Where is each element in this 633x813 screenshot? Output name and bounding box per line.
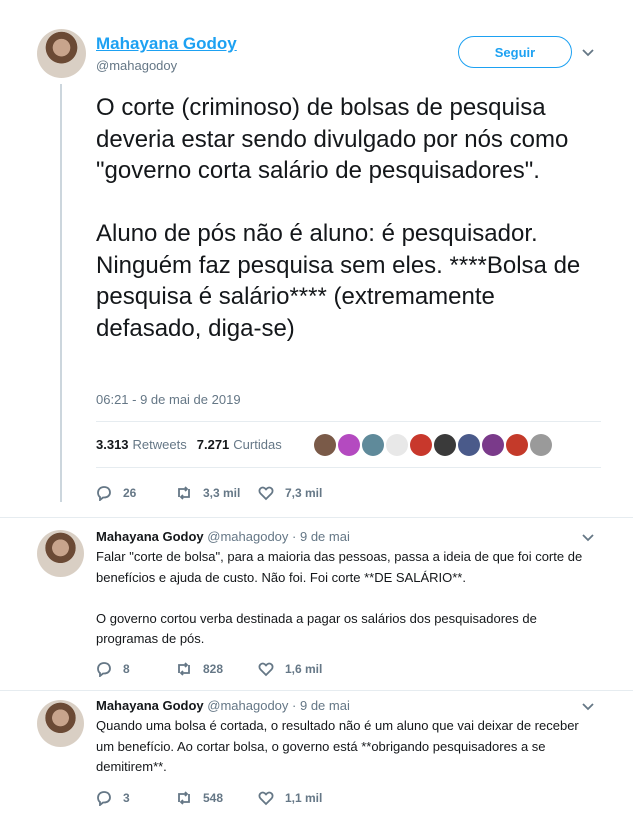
- liker-avatar[interactable]: [506, 434, 528, 456]
- tweet-text: O corte (criminoso) de bolsas de pesquis…: [96, 94, 581, 342]
- like-button[interactable]: 1,6 mil: [258, 661, 322, 677]
- retweet-count: 3,3 mil: [203, 486, 241, 500]
- author-avatar[interactable]: [37, 29, 86, 78]
- retweet-icon: [178, 791, 190, 805]
- engagement-stats: 3.313 Retweets 7.271 Curtidas: [96, 437, 282, 452]
- retweet-count: 828: [203, 662, 224, 676]
- reply-date[interactable]: · 9 de mai: [292, 698, 350, 713]
- reply-button[interactable]: 3: [96, 790, 176, 806]
- liker-avatar[interactable]: [410, 434, 432, 456]
- retweet-button[interactable]: 548: [176, 790, 258, 806]
- like-count: 1,1 mil: [285, 791, 323, 805]
- divider: [96, 467, 601, 468]
- reply-actions: 8 828 1,6 mil: [96, 661, 322, 677]
- divider: [0, 690, 633, 691]
- retweets-label[interactable]: Retweets: [133, 437, 187, 452]
- liker-avatar[interactable]: [530, 434, 552, 456]
- liker-avatar[interactable]: [338, 434, 360, 456]
- liker-avatar[interactable]: [458, 434, 480, 456]
- reply-header: Mahayana Godoy @mahagodoy · 9 de mai: [96, 529, 350, 544]
- divider: [96, 421, 601, 422]
- like-count: 1,6 mil: [285, 662, 323, 676]
- retweet-icon: [178, 486, 190, 500]
- author-handle: @mahagodoy: [96, 58, 178, 73]
- liker-avatar[interactable]: [362, 434, 384, 456]
- retweet-count: 548: [203, 791, 224, 805]
- reply-count: 8: [123, 662, 130, 676]
- heart-icon: [258, 486, 274, 501]
- reply-count: 26: [123, 486, 137, 500]
- retweet-icon: [178, 662, 190, 676]
- retweet-button[interactable]: 828: [176, 661, 258, 677]
- liker-avatar[interactable]: [386, 434, 408, 456]
- reply-icon: [97, 486, 111, 501]
- follow-button[interactable]: Seguir: [458, 36, 572, 68]
- likers-avatars[interactable]: [312, 434, 552, 456]
- heart-icon: [258, 662, 274, 677]
- reply-author-avatar[interactable]: [37, 530, 84, 577]
- chevron-down-icon[interactable]: [582, 532, 594, 544]
- thread-line: [60, 84, 62, 502]
- liker-avatar[interactable]: [482, 434, 504, 456]
- reply-author-handle[interactable]: @mahagodoy: [207, 529, 288, 544]
- reply-button[interactable]: 8: [96, 661, 176, 677]
- like-button[interactable]: 1,1 mil: [258, 790, 322, 806]
- likes-label[interactable]: Curtidas: [233, 437, 281, 452]
- retweet-button[interactable]: 3,3 mil: [176, 485, 258, 501]
- reply-icon: [97, 662, 111, 677]
- tweet-timestamp[interactable]: 06:21 - 9 de mai de 2019: [96, 392, 241, 407]
- reply-text: Falar "corte de bolsa", para a maioria d…: [96, 549, 583, 646]
- liker-avatar[interactable]: [314, 434, 336, 456]
- chevron-down-icon[interactable]: [582, 47, 594, 59]
- reply-date[interactable]: · 9 de mai: [292, 529, 350, 544]
- reply-icon: [97, 791, 111, 806]
- author-name-link[interactable]: Mahayana Godoy: [96, 34, 237, 54]
- heart-icon: [258, 791, 274, 806]
- reply-header: Mahayana Godoy @mahagodoy · 9 de mai: [96, 698, 350, 713]
- divider: [0, 517, 633, 518]
- like-count: 7,3 mil: [285, 486, 323, 500]
- reply-author-name[interactable]: Mahayana Godoy: [96, 698, 204, 713]
- reply-author-handle[interactable]: @mahagodoy: [207, 698, 288, 713]
- chevron-down-icon[interactable]: [582, 701, 594, 713]
- retweets-count[interactable]: 3.313: [96, 437, 129, 452]
- like-button[interactable]: 7,3 mil: [258, 485, 322, 501]
- reply-text: Quando uma bolsa é cortada, o resultado …: [96, 718, 583, 774]
- liker-avatar[interactable]: [434, 434, 456, 456]
- reply-author-name[interactable]: Mahayana Godoy: [96, 529, 204, 544]
- reply-button[interactable]: 26: [96, 485, 176, 501]
- reply-actions: 3 548 1,1 mil: [96, 790, 322, 806]
- reply-author-avatar[interactable]: [37, 700, 84, 747]
- reply-count: 3: [123, 791, 130, 805]
- likes-count[interactable]: 7.271: [197, 437, 230, 452]
- tweet-actions: 26 3,3 mil 7,3 mil: [96, 485, 322, 501]
